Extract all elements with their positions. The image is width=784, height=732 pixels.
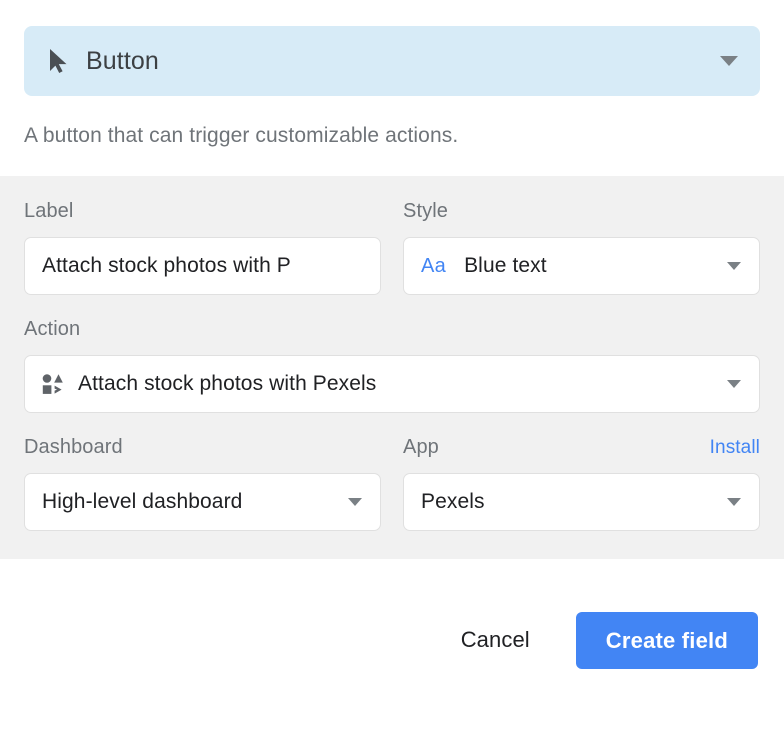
style-field-group: Style Aa Blue text [403, 200, 760, 296]
cancel-button[interactable]: Cancel [435, 612, 556, 668]
text-style-aa-icon: Aa [421, 254, 447, 277]
dialog-top-section: Button A button that can trigger customi… [0, 0, 784, 177]
label-field-label: Label [24, 200, 74, 223]
style-field-header: Style [403, 200, 760, 224]
field-type-selector[interactable]: Button [24, 26, 760, 96]
app-field-label: App [403, 436, 439, 459]
dialog-footer: Cancel Create field [0, 559, 784, 732]
label-input[interactable]: Attach stock photos with P [42, 254, 362, 278]
form-row-action: Action Attach stock photos with Pexels [24, 318, 760, 414]
action-field-label: Action [24, 318, 81, 341]
dashboard-field-group: Dashboard High-level dashboard [24, 436, 381, 532]
chevron-down-icon[interactable] [720, 56, 738, 66]
form-row-label-style: Label Attach stock photos with P Style A… [24, 200, 760, 296]
create-field-button[interactable]: Create field [575, 612, 758, 670]
action-select[interactable]: Attach stock photos with Pexels [24, 355, 760, 414]
field-form-section: Label Attach stock photos with P Style A… [0, 176, 784, 560]
dashboard-select[interactable]: High-level dashboard [24, 473, 381, 532]
label-field-header: Label [24, 200, 381, 224]
style-field-label: Style [403, 200, 448, 223]
chevron-down-icon[interactable] [348, 498, 362, 507]
chevron-down-icon[interactable] [727, 498, 741, 507]
label-input-wrapper[interactable]: Attach stock photos with P [24, 237, 381, 296]
cursor-arrow-icon [46, 48, 72, 74]
app-select-value: Pexels [421, 490, 485, 514]
action-field-header: Action [24, 318, 760, 342]
shapes-grid-icon [42, 373, 64, 395]
app-field-group: App Install Pexels [403, 436, 760, 532]
chevron-down-icon[interactable] [727, 262, 741, 271]
action-field-group: Action Attach stock photos with Pexels [24, 318, 760, 414]
chevron-down-icon[interactable] [727, 380, 741, 389]
create-field-dialog: Button A button that can trigger customi… [0, 0, 784, 732]
action-select-value: Attach stock photos with Pexels [78, 372, 377, 396]
form-row-dashboard-app: Dashboard High-level dashboard App Insta… [24, 436, 760, 532]
app-select[interactable]: Pexels [403, 473, 760, 532]
style-select-value: Blue text [464, 254, 547, 278]
label-field-group: Label Attach stock photos with P [24, 200, 381, 296]
field-type-description: A button that can trigger customizable a… [24, 124, 459, 147]
install-app-link[interactable]: Install [710, 437, 760, 459]
app-field-header: App Install [403, 436, 760, 460]
field-type-label: Button [86, 46, 159, 75]
style-select[interactable]: Aa Blue text [403, 237, 760, 296]
dashboard-field-label: Dashboard [24, 436, 123, 459]
dashboard-field-header: Dashboard [24, 436, 381, 460]
dashboard-select-value: High-level dashboard [42, 490, 243, 514]
